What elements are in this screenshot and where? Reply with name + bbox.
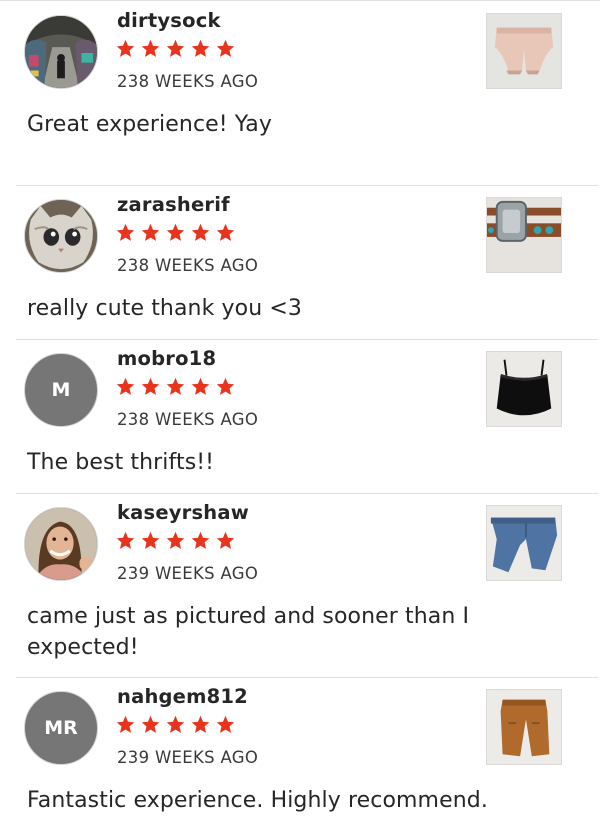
star-rating [115, 222, 236, 243]
cat-photo-icon [25, 200, 97, 272]
brown-pants-photo-icon [487, 690, 561, 764]
username[interactable]: mobro18 [117, 347, 216, 370]
star-rating [115, 38, 236, 59]
black-corset-top-photo-icon [487, 352, 561, 426]
username[interactable]: nahgem812 [117, 685, 248, 708]
review-item: MR nahgem812 239 WEEKS AGO Fantastic exp… [0, 677, 600, 825]
star-icon [191, 377, 210, 395]
star-icon [141, 39, 160, 57]
item-thumbnail[interactable] [486, 689, 562, 765]
star-rating [115, 530, 236, 551]
avatar-initials[interactable]: MR [24, 691, 98, 765]
avatar[interactable] [24, 15, 98, 89]
star-rating [115, 714, 236, 735]
review-text: really cute thank you <3 [27, 296, 302, 321]
star-icon [166, 377, 185, 395]
star-icon [141, 223, 160, 241]
star-icon [191, 223, 210, 241]
star-icon [191, 39, 210, 57]
review-timestamp: 239 WEEKS AGO [117, 748, 259, 767]
star-icon [116, 223, 135, 241]
star-icon [216, 377, 235, 395]
review-item: kaseyrshaw 239 WEEKS AGO came just as pi… [0, 493, 600, 677]
review-text: Great experience! Yay [27, 112, 273, 137]
western-belt-photo-icon [487, 198, 561, 272]
review-text: came just as pictured and sooner than I … [27, 604, 470, 660]
review-item: dirtysock 238 WEEKS AGO Great experience… [0, 1, 600, 185]
item-thumbnail[interactable] [486, 13, 562, 89]
star-icon [216, 531, 235, 549]
review-timestamp: 238 WEEKS AGO [117, 410, 259, 429]
review-timestamp: 238 WEEKS AGO [117, 72, 259, 91]
review-item: M mobro18 238 WEEKS AGO The best thrifts… [0, 339, 600, 493]
avatar[interactable] [24, 507, 98, 581]
review-text: The best thrifts!! [27, 450, 215, 475]
star-icon [216, 715, 235, 733]
username[interactable]: dirtysock [117, 9, 221, 32]
item-thumbnail[interactable] [486, 505, 562, 581]
star-icon [141, 377, 160, 395]
star-icon [166, 223, 185, 241]
review-timestamp: 239 WEEKS AGO [117, 564, 259, 583]
star-icon [141, 715, 160, 733]
item-thumbnail[interactable] [486, 351, 562, 427]
review-timestamp: 238 WEEKS AGO [117, 256, 259, 275]
star-icon [216, 39, 235, 57]
pink-shorts-photo-icon [487, 14, 561, 88]
star-icon [191, 531, 210, 549]
blue-jeans-photo-icon [487, 506, 561, 580]
username[interactable]: kaseyrshaw [117, 501, 249, 524]
username[interactable]: zarasherif [117, 193, 230, 216]
review-list: dirtysock 238 WEEKS AGO Great experience… [0, 0, 600, 825]
review-item: zarasherif 238 WEEKS AGO really cute tha… [0, 185, 600, 339]
star-rating [115, 376, 236, 397]
review-text: Fantastic experience. Highly recommend. [27, 788, 488, 813]
avatar-initials[interactable]: M [24, 353, 98, 427]
star-icon [166, 39, 185, 57]
star-icon [116, 715, 135, 733]
star-icon [216, 223, 235, 241]
star-icon [166, 715, 185, 733]
star-icon [141, 531, 160, 549]
star-icon [116, 531, 135, 549]
avatar[interactable] [24, 199, 98, 273]
star-icon [166, 531, 185, 549]
star-icon [116, 377, 135, 395]
star-icon [191, 715, 210, 733]
smiling-woman-photo-icon [25, 508, 97, 580]
graffiti-tunnel-photo-icon [25, 16, 97, 88]
star-icon [116, 39, 135, 57]
item-thumbnail[interactable] [486, 197, 562, 273]
